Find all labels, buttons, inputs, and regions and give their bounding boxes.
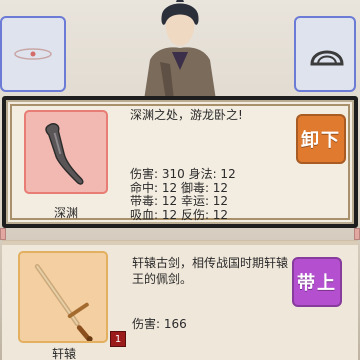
helmet-icon (310, 50, 344, 66)
right-side-tab (354, 228, 360, 240)
bag-item-description: 轩辕古剑，相传战国时期轩辕王的佩剑。 (132, 256, 289, 286)
item-count-badge: 1 (110, 331, 126, 347)
bag-item-name: 轩辕 (51, 347, 76, 360)
ring-icon (14, 48, 52, 60)
bag-item-icon-frame[interactable]: 1 (18, 251, 126, 347)
character-portrait (144, 0, 216, 100)
equip-button[interactable]: 带上 (292, 257, 342, 307)
bone-blade-icon (45, 123, 84, 185)
card-top-strip (2, 241, 358, 245)
unequip-button[interactable]: 卸下 (296, 114, 346, 164)
bag-item-card: 1 轩辕 轩辕古剑，相传战国时期轩辕王的佩剑。 伤害: 166 带上 (2, 240, 358, 360)
sword-icon (34, 264, 93, 342)
equipped-item-description: 深渊之处，游龙卧之! (130, 108, 243, 122)
bag-item-stat: 伤害: 166 (132, 317, 187, 331)
ring-slot[interactable] (0, 16, 66, 92)
equipped-item-icon-frame[interactable] (24, 110, 108, 194)
equipped-item-panel: 深渊 深渊之处，游龙卧之! 伤害: 310 身法: 12 命中: 12 御毒: … (2, 96, 358, 228)
left-side-tab (0, 228, 6, 240)
equipped-item-name: 深渊 (53, 206, 78, 220)
helmet-slot[interactable] (294, 16, 356, 92)
equipped-item-stats: 伤害: 310 身法: 12 命中: 12 御毒: 12 带毒: 12 幸运: … (130, 167, 236, 222)
